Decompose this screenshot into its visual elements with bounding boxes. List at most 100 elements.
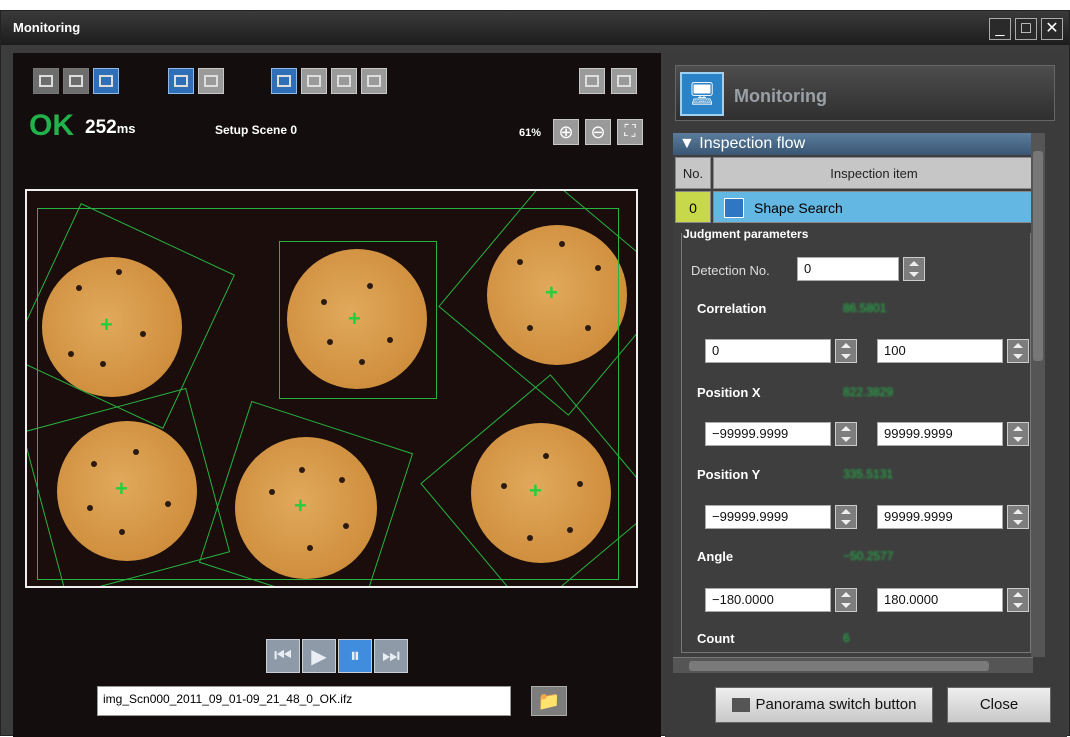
param-label: Count xyxy=(697,631,735,646)
horizontal-scrollbar[interactable] xyxy=(673,657,1033,673)
param-min-spinner[interactable] xyxy=(835,505,857,529)
param-min[interactable]: −180.0000 xyxy=(705,588,831,612)
zoom-level: 61% xyxy=(519,127,542,139)
up-arrow-icon xyxy=(1013,592,1023,597)
zoom-in-glyph-icon: ⊕ xyxy=(558,121,574,142)
single-glyph-icon xyxy=(174,75,188,87)
file-image-icon[interactable] xyxy=(93,68,119,94)
down-arrow-icon xyxy=(1013,603,1023,608)
folder-icon[interactable]: 📁 xyxy=(531,686,567,716)
param-min[interactable]: −99999.9999 xyxy=(705,422,831,446)
zoom-out-icon[interactable]: ⊖ xyxy=(585,119,611,145)
histogram-glyph-icon xyxy=(367,75,381,87)
monitoring-window: Monitoring _ □ ✕ OK 252ms Setup Scene 0 … xyxy=(0,10,1070,737)
scrollbar-thumb[interactable] xyxy=(1033,151,1043,361)
zoom-in-icon[interactable]: ⊕ xyxy=(553,119,579,145)
scene-label: Setup Scene 0 xyxy=(215,123,298,137)
pause-icon[interactable]: ⏸ xyxy=(338,639,372,673)
down-arrow-icon xyxy=(841,437,851,442)
param-value: 86.5801 xyxy=(843,301,887,315)
vertical-scrollbar[interactable] xyxy=(1031,133,1045,657)
processing-time: 252ms xyxy=(85,117,136,139)
playback-controls: ⏮ ▶ ⏸ ⏭ xyxy=(266,639,408,675)
param-min[interactable]: −99999.9999 xyxy=(705,505,831,529)
row-item[interactable]: Shape Search xyxy=(713,191,1035,223)
image-pane: OK 252ms Setup Scene 0 61% ⊕ ⊖ ⛶ + + + + xyxy=(13,53,661,737)
display-settings-icon[interactable] xyxy=(611,68,637,94)
up-arrow-icon xyxy=(1013,509,1023,514)
logging-glyph-icon xyxy=(69,75,83,87)
detection-input[interactable]: 0 xyxy=(797,257,899,281)
panel-title: Monitoring xyxy=(734,86,827,106)
close-button[interactable]: Close xyxy=(947,687,1051,723)
grid-icon[interactable] xyxy=(579,68,605,94)
first-frame-icon[interactable]: ⏮ xyxy=(266,639,300,673)
param-max-spinner[interactable] xyxy=(1007,422,1029,446)
file-name-field[interactable]: img_Scn000_2011_09_01-09_21_48_0_OK.ifz xyxy=(97,686,511,716)
scrollbar-thumb[interactable] xyxy=(689,661,989,671)
view-b-icon[interactable] xyxy=(301,68,327,94)
single-layout-icon[interactable] xyxy=(168,68,194,94)
panorama-icon xyxy=(731,698,750,713)
down-arrow-icon xyxy=(1013,437,1023,442)
param-max[interactable]: 99999.9999 xyxy=(877,422,1003,446)
last-frame-icon[interactable]: ⏭ xyxy=(374,639,408,673)
param-value: 822.3829 xyxy=(843,385,894,399)
minimize-button[interactable]: _ xyxy=(989,18,1011,40)
image-viewer[interactable]: + + + + + + xyxy=(25,189,638,588)
grid-glyph-icon xyxy=(585,75,599,87)
judgment-result: OK xyxy=(29,109,74,142)
param-min[interactable]: 0 xyxy=(705,339,831,363)
camera-image-icon[interactable] xyxy=(33,68,59,94)
flow-title: Inspection flow xyxy=(699,135,806,152)
up-arrow-icon xyxy=(841,343,851,348)
down-arrow-icon xyxy=(841,603,851,608)
panorama-label: Panorama switch button xyxy=(755,696,917,713)
quad-layout-icon[interactable] xyxy=(198,68,224,94)
panorama-switch-button[interactable]: Panorama switch button xyxy=(715,687,933,723)
param-max[interactable]: 180.0000 xyxy=(877,588,1003,612)
down-arrow-icon xyxy=(841,354,851,359)
param-max-spinner[interactable] xyxy=(1007,505,1029,529)
param-min-spinner[interactable] xyxy=(835,422,857,446)
maximize-button[interactable]: □ xyxy=(1015,18,1037,40)
close-window-button[interactable]: ✕ xyxy=(1041,18,1063,40)
param-label: Position X xyxy=(697,385,761,400)
trend-graph-icon[interactable] xyxy=(331,68,357,94)
logging-image-icon[interactable] xyxy=(63,68,89,94)
detection-label: Detection No. xyxy=(691,263,770,278)
monitor-glyph-icon: 🖥 xyxy=(688,81,716,106)
quad-glyph-icon xyxy=(204,75,218,87)
param-min-spinner[interactable] xyxy=(835,339,857,363)
monitoring-header: 🖥 Monitoring xyxy=(675,65,1055,121)
param-min-spinner[interactable] xyxy=(835,588,857,612)
param-max-spinner[interactable] xyxy=(1007,339,1029,363)
param-label: Correlation xyxy=(697,301,767,316)
time-value: 252 xyxy=(85,117,117,138)
inspection-flow-header[interactable]: ▼ Inspection flow xyxy=(673,133,1038,155)
param-label: Position Y xyxy=(697,467,761,482)
param-value: −50.2577 xyxy=(843,549,894,563)
file-glyph-icon xyxy=(99,75,113,87)
down-arrow-icon xyxy=(841,520,851,525)
param-value: 6 xyxy=(843,631,850,645)
param-max-spinner[interactable] xyxy=(1007,588,1029,612)
window-title: Monitoring xyxy=(13,20,81,35)
param-max[interactable]: 100 xyxy=(877,339,1003,363)
settings-glyph-icon xyxy=(617,75,631,87)
fit-icon[interactable]: ⛶ xyxy=(617,119,643,145)
camera-glyph-icon xyxy=(39,75,53,87)
monitor-icon: 🖥 xyxy=(680,72,724,116)
detection-spinner[interactable] xyxy=(903,257,925,281)
view-a-icon[interactable] xyxy=(271,68,297,94)
row-no[interactable]: 0 xyxy=(675,191,711,223)
histogram-icon[interactable] xyxy=(361,68,387,94)
play-icon[interactable]: ▶ xyxy=(302,639,336,673)
up-arrow-icon xyxy=(1013,426,1023,431)
folder-glyph-icon: 📁 xyxy=(537,690,561,711)
param-max[interactable]: 99999.9999 xyxy=(877,505,1003,529)
up-arrow-icon xyxy=(841,426,851,431)
detection-box xyxy=(279,241,437,399)
zoom-out-glyph-icon: ⊖ xyxy=(590,121,606,142)
row-item-label: Shape Search xyxy=(754,200,843,216)
